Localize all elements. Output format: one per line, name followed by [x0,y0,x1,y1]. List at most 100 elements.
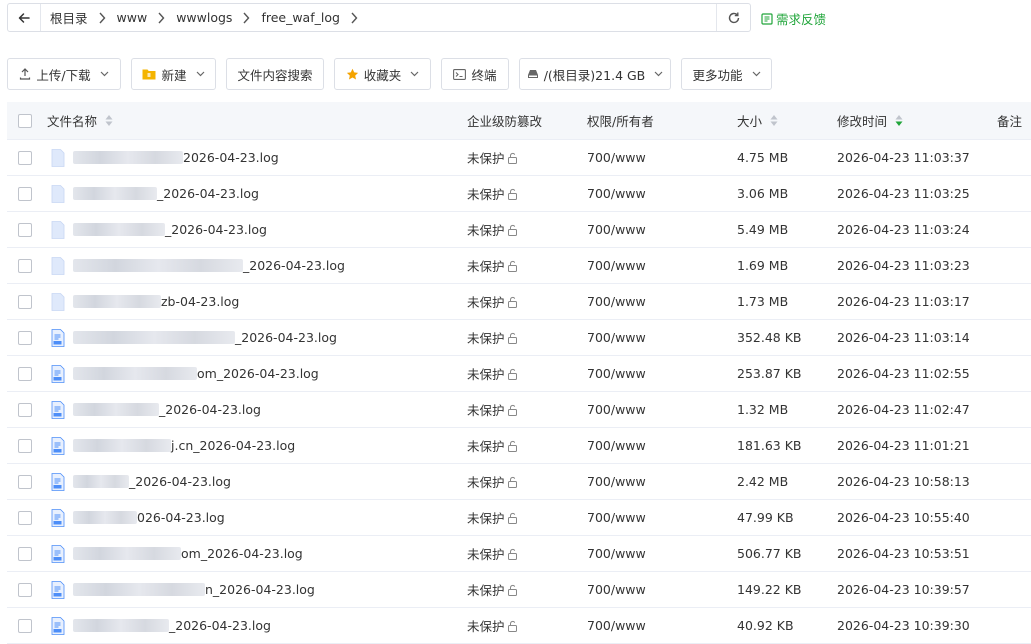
more-functions-button[interactable]: 更多功能 [681,58,772,90]
file-name-cell[interactable]: 026-04-23.log [51,500,225,535]
protect-status-cell[interactable]: 未保护 [467,176,519,211]
permission-cell[interactable]: 700/www [587,284,646,319]
row-checkbox[interactable] [18,258,32,273]
col-size-header[interactable]: 大小 [737,102,778,139]
unlock-icon[interactable] [507,260,519,272]
table-row[interactable]: _2026-04-23.log 未保护 700/www 3.06 MB 2026… [7,176,1031,212]
permission-cell[interactable]: 700/www [587,428,646,463]
breadcrumb-root[interactable]: 根目录 [41,4,96,31]
sort-icon[interactable] [105,114,113,127]
row-checkbox[interactable] [18,618,32,633]
table-row[interactable]: _2026-04-23.log 未保护 700/www 2.42 MB 2026… [7,464,1031,500]
file-name-cell[interactable]: zb-04-23.log [51,284,239,319]
permission-cell[interactable]: 700/www [587,212,646,247]
file-name-cell[interactable]: _2026-04-23.log [51,464,231,499]
search-content-button[interactable]: 文件内容搜索 [226,58,324,90]
protect-status-cell[interactable]: 未保护 [467,464,519,499]
row-checkbox[interactable] [18,402,32,417]
path-input-area[interactable] [360,4,716,31]
select-all-checkbox[interactable] [18,113,32,128]
new-button[interactable]: 新建 [131,58,216,90]
table-row[interactable]: om_2026-04-23.log 未保护 700/www 253.87 KB … [7,356,1031,392]
table-row[interactable]: 026-04-23.log 未保护 700/www 47.99 KB 2026-… [7,500,1031,536]
permission-cell[interactable]: 700/www [587,140,646,175]
back-button[interactable] [8,4,41,31]
unlock-icon[interactable] [507,440,519,452]
file-name-cell[interactable]: _2026-04-23.log [51,212,267,247]
row-checkbox[interactable] [18,366,32,381]
row-checkbox[interactable] [18,438,32,453]
table-row[interactable]: _2026-04-23.log 未保护 700/www 1.32 MB 2026… [7,392,1031,428]
table-row[interactable]: om_2026-04-23.log 未保护 700/www 506.77 KB … [7,536,1031,572]
permission-cell[interactable]: 700/www [587,500,646,535]
protect-status-cell[interactable]: 未保护 [467,212,519,247]
row-checkbox[interactable] [18,510,32,525]
file-name-cell[interactable]: om_2026-04-23.log [51,356,319,391]
protect-status-cell[interactable]: 未保护 [467,140,519,175]
file-name-cell[interactable]: _2026-04-23.log [51,248,345,283]
permission-cell[interactable]: 700/www [587,176,646,211]
protect-status-cell[interactable]: 未保护 [467,608,519,643]
file-name-cell[interactable]: j.cn_2026-04-23.log [51,428,295,463]
feedback-link[interactable]: 需求反馈 [761,9,826,28]
table-row[interactable]: _2026-04-23.log 未保护 700/www 40.92 KB 202… [7,608,1031,644]
breadcrumb-www[interactable]: www [108,4,156,31]
permission-cell[interactable]: 700/www [587,536,646,571]
file-name-cell[interactable]: _2026-04-23.log [51,608,271,643]
upload-download-button[interactable]: 上传/下载 [7,58,121,90]
breadcrumb-wwwlogs[interactable]: wwwlogs [167,4,240,31]
unlock-icon[interactable] [507,476,519,488]
unlock-icon[interactable] [507,548,519,560]
sort-desc-icon[interactable] [895,114,903,127]
col-name-header[interactable]: 文件名称 [47,102,113,139]
permission-cell[interactable]: 700/www [587,320,646,355]
protect-status-cell[interactable]: 未保护 [467,248,519,283]
table-row[interactable]: _2026-04-23.log 未保护 700/www 1.69 MB 2026… [7,248,1031,284]
table-row[interactable]: n_2026-04-23.log 未保护 700/www 149.22 KB 2… [7,572,1031,608]
unlock-icon[interactable] [507,332,519,344]
row-checkbox[interactable] [18,546,32,561]
file-name-cell[interactable]: n_2026-04-23.log [51,572,315,607]
table-row[interactable]: j.cn_2026-04-23.log 未保护 700/www 181.63 K… [7,428,1031,464]
unlock-icon[interactable] [507,296,519,308]
file-name-cell[interactable]: _2026-04-23.log [51,176,259,211]
row-checkbox[interactable] [18,330,32,345]
unlock-icon[interactable] [507,584,519,596]
permission-cell[interactable]: 700/www [587,572,646,607]
row-checkbox[interactable] [18,222,32,237]
unlock-icon[interactable] [507,620,519,632]
table-row[interactable]: 2026-04-23.log 未保护 700/www 4.75 MB 2026-… [7,140,1031,176]
breadcrumb-free-waf-log[interactable]: free_waf_log [252,4,348,31]
permission-cell[interactable]: 700/www [587,356,646,391]
table-row[interactable]: _2026-04-23.log 未保护 700/www 352.48 KB 20… [7,320,1031,356]
protect-status-cell[interactable]: 未保护 [467,356,519,391]
refresh-button[interactable] [716,4,750,31]
protect-status-cell[interactable]: 未保护 [467,320,519,355]
table-row[interactable]: zb-04-23.log 未保护 700/www 1.73 MB 2026-04… [7,284,1031,320]
sort-icon[interactable] [770,114,778,127]
col-mtime-header[interactable]: 修改时间 [837,102,903,139]
row-checkbox[interactable] [18,294,32,309]
file-name-cell[interactable]: om_2026-04-23.log [51,536,303,571]
row-checkbox[interactable] [18,186,32,201]
unlock-icon[interactable] [507,368,519,380]
protect-status-cell[interactable]: 未保护 [467,572,519,607]
unlock-icon[interactable] [507,188,519,200]
unlock-icon[interactable] [507,152,519,164]
address-bar[interactable]: 根目录 www wwwlogs free_waf_log [7,3,751,32]
protect-status-cell[interactable]: 未保护 [467,284,519,319]
permission-cell[interactable]: 700/www [587,464,646,499]
row-checkbox[interactable] [18,582,32,597]
file-name-cell[interactable]: _2026-04-23.log [51,392,261,427]
unlock-icon[interactable] [507,512,519,524]
unlock-icon[interactable] [507,224,519,236]
disk-button[interactable]: /(根目录)21.4 GB [519,58,671,90]
table-row[interactable]: _2026-04-23.log 未保护 700/www 5.49 MB 2026… [7,212,1031,248]
favorites-button[interactable]: 收藏夹 [334,58,431,90]
protect-status-cell[interactable]: 未保护 [467,536,519,571]
permission-cell[interactable]: 700/www [587,392,646,427]
protect-status-cell[interactable]: 未保护 [467,500,519,535]
file-name-cell[interactable]: 2026-04-23.log [51,140,279,175]
row-checkbox[interactable] [18,474,32,489]
file-name-cell[interactable]: _2026-04-23.log [51,320,337,355]
